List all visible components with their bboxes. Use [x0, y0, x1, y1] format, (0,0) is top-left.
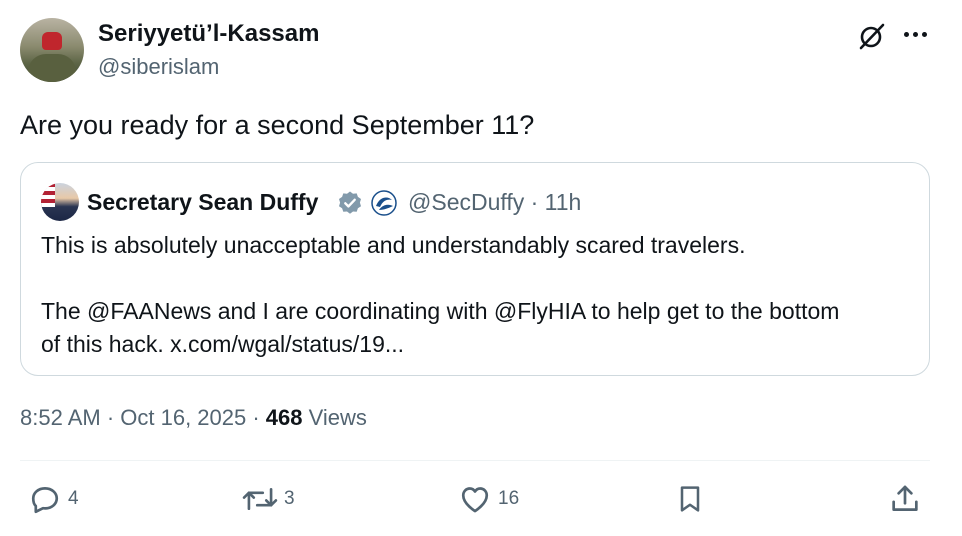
views-label: Views	[302, 405, 367, 430]
quoted-tweet[interactable]: Secretary Sean Duffy @SecDuffy · 11h Thi…	[20, 162, 930, 376]
grok-button[interactable]	[856, 20, 888, 52]
views-count: 468	[265, 405, 303, 430]
heart-icon	[461, 487, 489, 513]
dot-logo-icon	[371, 190, 397, 216]
more-icon-dot	[912, 31, 918, 37]
share-icon	[892, 485, 918, 511]
divider	[20, 460, 930, 461]
quoted-author-name[interactable]: Secretary Sean Duffy	[87, 187, 318, 217]
tweet-text: Are you ready for a second September 11?	[20, 110, 535, 140]
quoted-text-line: of this hack. x.com/wgal/status/19...	[41, 331, 405, 357]
repost-icon	[242, 487, 278, 511]
quoted-text: This is absolutely unacceptable and unde…	[41, 229, 911, 361]
avatar-body	[28, 54, 76, 82]
like-button[interactable]: 16	[458, 482, 519, 516]
grok-icon	[859, 23, 885, 50]
like-count: 16	[498, 488, 520, 509]
verified-badge-icon	[339, 191, 361, 214]
timestamp[interactable]: 8:52 AM · Oct 16, 2025 ·	[20, 405, 266, 430]
repost-button[interactable]: 3	[242, 482, 295, 516]
quoted-text-line: This is absolutely unacceptable and unde…	[41, 232, 746, 258]
tweet-meta: 8:52 AM · Oct 16, 2025 · 468 Views	[20, 404, 367, 432]
quoted-handle-time[interactable]: @SecDuffy · 11h	[408, 187, 581, 217]
reply-icon	[31, 487, 59, 514]
avatar-flag	[41, 183, 55, 207]
reply-count: 4	[68, 488, 79, 509]
author-handle[interactable]: @siberislam	[98, 54, 219, 80]
bookmark-icon	[680, 486, 700, 512]
more-icon-dot	[921, 31, 927, 37]
author-name[interactable]: Seriyyetü’l-Kassam	[98, 20, 319, 48]
more-button[interactable]	[898, 20, 932, 48]
reply-button[interactable]: 4	[28, 482, 79, 516]
bookmark-button[interactable]	[674, 482, 706, 516]
more-icon-dot	[903, 31, 909, 37]
repost-count: 3	[284, 488, 295, 509]
author-avatar[interactable]	[20, 18, 84, 82]
quoted-author-avatar[interactable]	[41, 183, 79, 221]
quoted-text-line: The @FAANews and I are coordinating with…	[41, 298, 840, 324]
share-button[interactable]	[888, 482, 922, 516]
avatar-scarf	[42, 32, 62, 50]
